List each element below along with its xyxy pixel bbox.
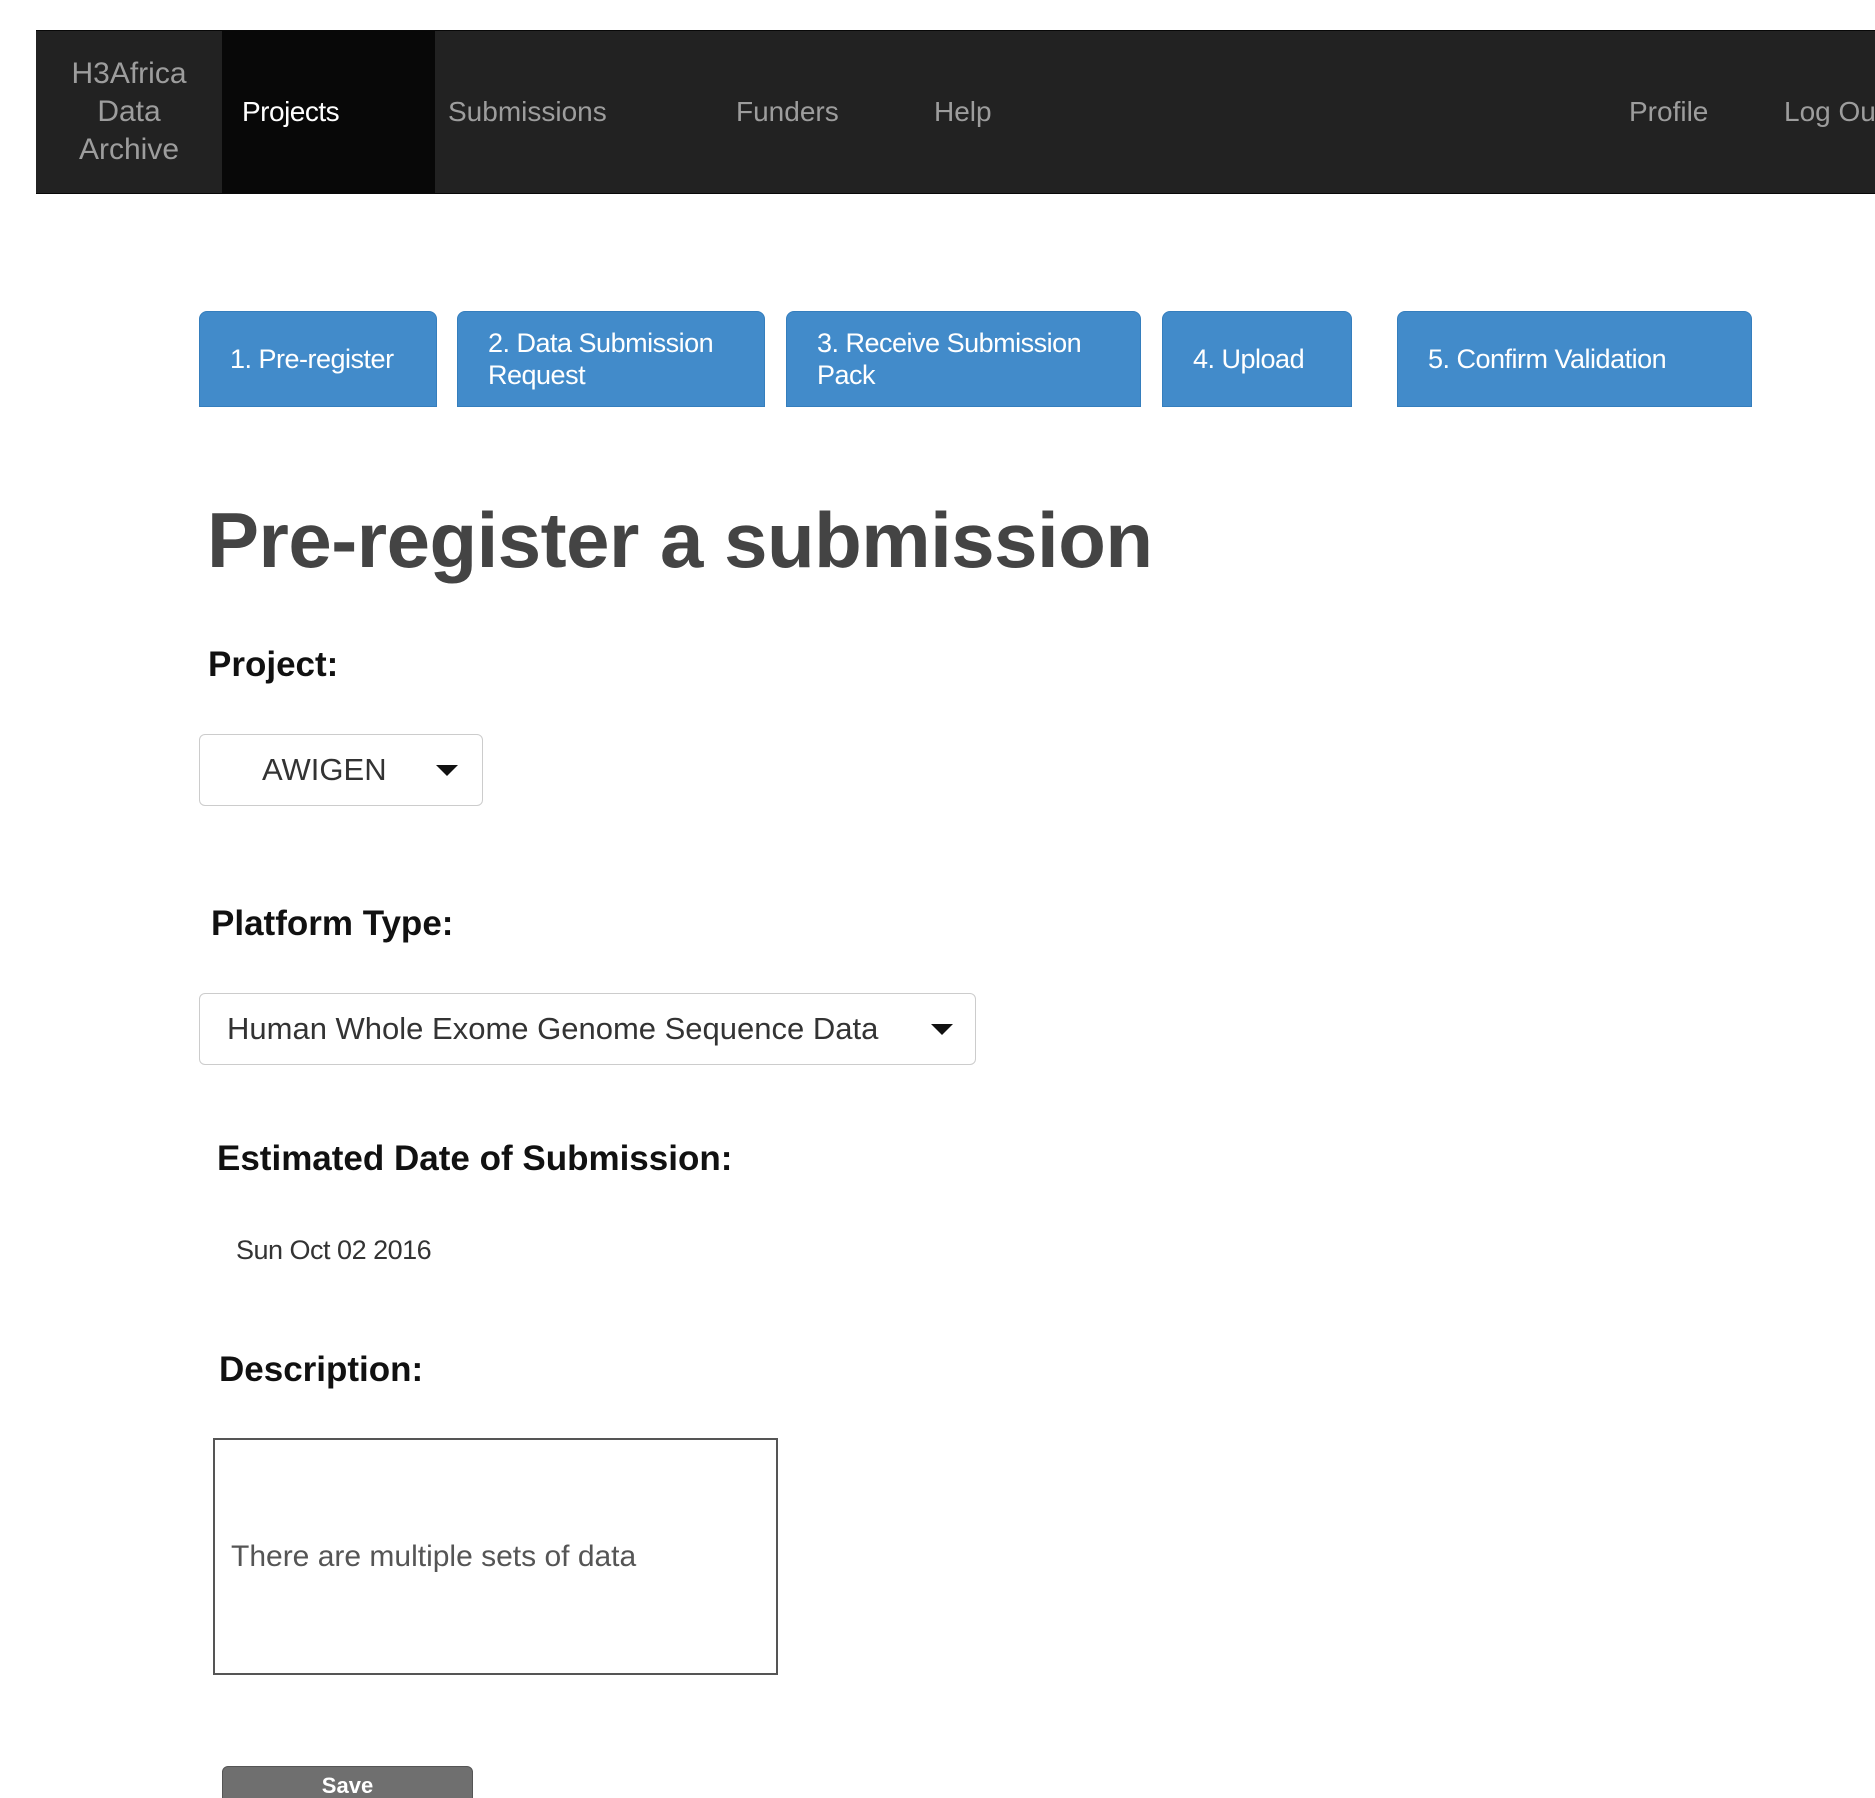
- nav-item-help[interactable]: Help: [934, 31, 992, 193]
- step-tab-receive-submission-pack[interactable]: 3. Receive Submission Pack: [786, 311, 1141, 407]
- brand-line-2: Data: [97, 95, 161, 128]
- page-title: Pre-register a submission: [207, 496, 1153, 584]
- platform-type-label: Platform Type:: [211, 904, 454, 943]
- brand-line-1: H3Africa: [71, 57, 187, 90]
- step-tab-upload[interactable]: 4. Upload: [1162, 311, 1352, 407]
- step-tab-data-submission-request[interactable]: 2. Data Submission Request: [457, 311, 765, 407]
- description-text: There are multiple sets of data: [231, 1539, 637, 1573]
- nav-item-log-out[interactable]: Log Ou: [1784, 31, 1875, 193]
- nav-item-projects[interactable]: Projects: [222, 31, 435, 193]
- description-label: Description:: [219, 1350, 424, 1389]
- estimated-date-label: Estimated Date of Submission:: [217, 1139, 733, 1178]
- brand-link[interactable]: H3Africa Data Archive: [36, 31, 222, 193]
- project-select[interactable]: AWIGEN: [199, 734, 483, 806]
- caret-down-icon: [436, 765, 458, 776]
- brand-line-3: Archive: [78, 133, 180, 166]
- nav-item-profile[interactable]: Profile: [1629, 31, 1708, 193]
- description-textarea[interactable]: There are multiple sets of data: [213, 1438, 778, 1675]
- page: H3Africa Data Archive Projects Submissio…: [0, 0, 1875, 1798]
- estimated-date-value[interactable]: Sun Oct 02 2016: [236, 1235, 432, 1266]
- platform-type-select[interactable]: Human Whole Exome Genome Sequence Data: [199, 993, 976, 1065]
- project-label: Project:: [208, 645, 339, 684]
- project-select-value: AWIGEN: [262, 752, 387, 787]
- step-tab-confirm-validation[interactable]: 5. Confirm Validation: [1397, 311, 1752, 407]
- caret-down-icon: [931, 1024, 953, 1035]
- nav-item-funders[interactable]: Funders: [736, 31, 839, 193]
- nav-item-submissions[interactable]: Submissions: [448, 31, 607, 193]
- save-button[interactable]: Save: [222, 1766, 473, 1798]
- step-tab-pre-register[interactable]: 1. Pre-register: [199, 311, 437, 407]
- platform-type-select-value: Human Whole Exome Genome Sequence Data: [227, 1011, 879, 1046]
- top-navbar: H3Africa Data Archive Projects Submissio…: [36, 30, 1875, 194]
